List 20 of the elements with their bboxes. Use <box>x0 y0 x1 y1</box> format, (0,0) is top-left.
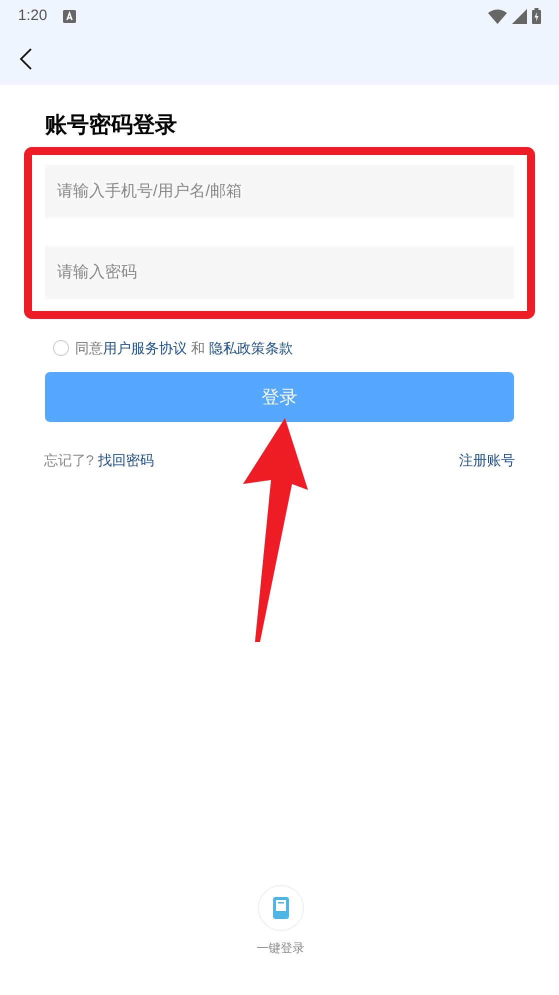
page-title: 账号密码登录 <box>45 111 177 139</box>
wifi-icon <box>488 8 507 24</box>
back-icon <box>19 48 33 70</box>
phone-icon <box>272 897 288 919</box>
input-field[interactable]: 请输入密码 <box>45 246 514 299</box>
one-tap-login-label: 一键登录 <box>256 940 304 957</box>
signal-icon <box>512 8 527 24</box>
register-link[interactable]: 注册账号 <box>459 450 515 471</box>
status-time: 1:20 <box>18 6 48 26</box>
and-text: 和 <box>191 338 205 358</box>
agree-checkbox[interactable] <box>53 340 69 356</box>
keyboard-icon <box>63 10 76 22</box>
agree-text: 同意 <box>75 338 103 358</box>
privacy-link[interactable]: 隐私政策条款 <box>209 338 293 358</box>
battery-icon <box>532 8 541 24</box>
forgot-text: 忘记了? <box>44 451 94 470</box>
input-field[interactable]: 请输入手机号/用户名/邮箱 <box>45 165 514 218</box>
recover-password-link[interactable]: 找回密码 <box>98 450 154 471</box>
terms-link[interactable]: 用户服务协议 <box>103 338 187 358</box>
one-tap-login-button[interactable] <box>258 885 304 931</box>
